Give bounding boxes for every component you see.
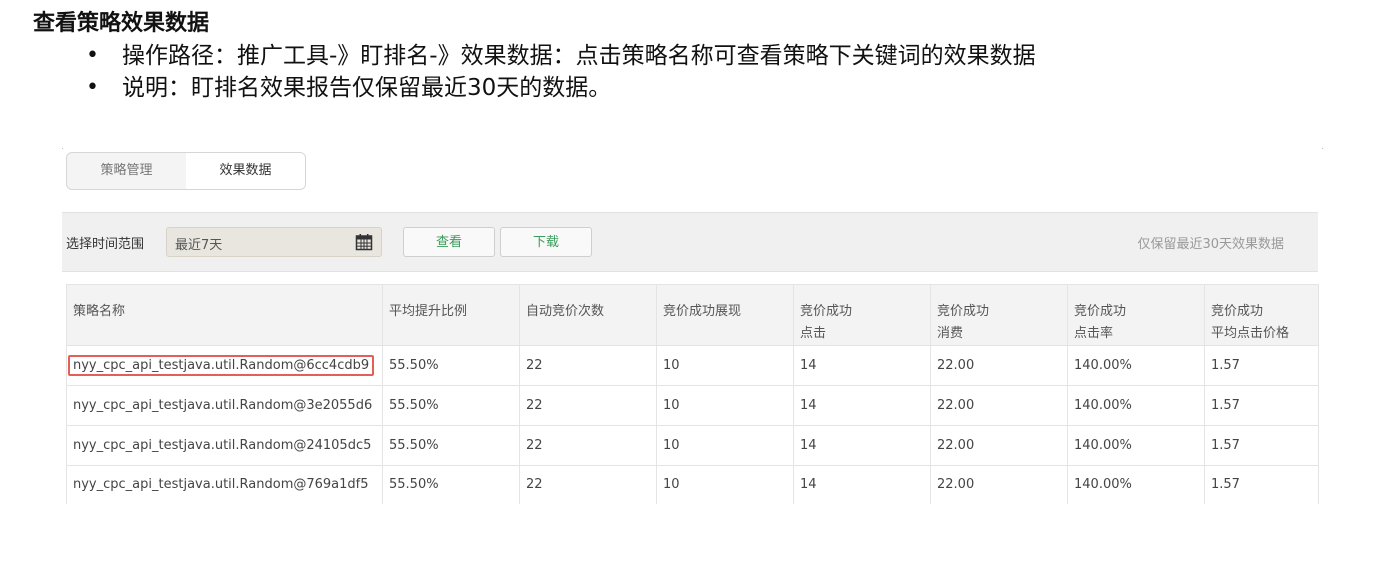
document: 查看策略效果数据 操作路径：推广工具-》盯排名-》效果数据：点击策略名称可查看策… xyxy=(0,0,1396,578)
strategy-name-cell[interactable]: nyy_cpc_api_testjava.util.Random@6cc4cdb… xyxy=(66,345,383,386)
table-cell: 22 xyxy=(519,425,657,466)
header-auto-bid-count: 自动竞价次数 xyxy=(519,284,657,346)
doc-title: 查看策略效果数据 xyxy=(33,11,210,36)
table-row: nyy_cpc_api_testjava.util.Random@24105dc… xyxy=(66,425,1319,466)
calendar-icon[interactable] xyxy=(355,233,373,251)
table-row: nyy_cpc_api_testjava.util.Random@6cc4cdb… xyxy=(66,345,1319,386)
table-cell: 140.00% xyxy=(1067,425,1205,466)
table-cell: 10 xyxy=(656,425,794,466)
bullet-operation-path: 操作路径：推广工具-》盯排名-》效果数据：点击策略名称可查看策略下关键词的效果数… xyxy=(86,40,1036,72)
view-button[interactable]: 查看 xyxy=(403,227,495,257)
header-avg-lift: 平均提升比例 xyxy=(382,284,520,346)
tab-effect-data[interactable]: 效果数据 xyxy=(186,153,305,189)
strategy-name-link[interactable]: nyy_cpc_api_testjava.util.Random@24105dc… xyxy=(66,425,383,466)
table-cell: 22.00 xyxy=(930,425,1068,466)
header-bid-success-clicks: 竞价成功 点击 xyxy=(793,284,931,346)
table-cell: 10 xyxy=(656,465,794,504)
download-button[interactable]: 下载 xyxy=(500,227,592,257)
table-cell: 140.00% xyxy=(1067,345,1205,386)
table-cell: 14 xyxy=(793,385,931,426)
table-cell: 55.50% xyxy=(382,425,520,466)
screenshot-crop-edge xyxy=(62,521,1322,578)
table-cell: 1.57 xyxy=(1204,345,1319,386)
table-cell: 22.00 xyxy=(930,385,1068,426)
table-cell: 1.57 xyxy=(1204,465,1319,504)
tab-bar: 策略管理 效果数据 xyxy=(66,152,306,190)
bullet-list: 操作路径：推广工具-》盯排名-》效果数据：点击策略名称可查看策略下关键词的效果数… xyxy=(86,40,1036,104)
tab-strategy-management[interactable]: 策略管理 xyxy=(67,153,186,189)
date-range-select[interactable]: 最近7天 xyxy=(166,227,382,257)
table-cell: 1.57 xyxy=(1204,425,1319,466)
table-cell: 14 xyxy=(793,345,931,386)
header-strategy-name: 策略名称 xyxy=(66,284,383,346)
bullet-note: 说明：盯排名效果报告仅保留最近30天的数据。 xyxy=(86,72,1036,104)
table-cell: 14 xyxy=(793,425,931,466)
table-cell: 14 xyxy=(793,465,931,504)
retention-note: 仅保留最近30天效果数据 xyxy=(1137,237,1284,252)
time-range-label: 选择时间范围 xyxy=(66,237,145,252)
table-cell: 10 xyxy=(656,345,794,386)
effect-data-table: 策略名称 平均提升比例 自动竞价次数 竞价成功展现 竞价成功 点击 竞价成功 消费 … xyxy=(66,284,1319,504)
header-bid-success-avg-cpc: 竞价成功 平均点击价格 xyxy=(1204,284,1319,346)
strategy-name-link[interactable]: nyy_cpc_api_testjava.util.Random@769a1df… xyxy=(66,465,383,504)
table-row: nyy_cpc_api_testjava.util.Random@769a1df… xyxy=(66,465,1319,504)
table-header: 策略名称 平均提升比例 自动竞价次数 竞价成功展现 竞价成功 点击 竞价成功 消费 … xyxy=(66,284,1319,346)
table-cell: 55.50% xyxy=(382,465,520,504)
header-bid-success-spend: 竞价成功 消费 xyxy=(930,284,1068,346)
table-row: nyy_cpc_api_testjava.util.Random@3e2055d… xyxy=(66,385,1319,426)
table-cell: 22 xyxy=(519,385,657,426)
date-range-value: 最近7天 xyxy=(175,238,223,253)
table-cell: 1.57 xyxy=(1204,385,1319,426)
filter-bar: 选择时间范围 最近7天 查看 下载 仅保留最近30天效果数据 xyxy=(62,212,1318,272)
table-cell: 140.00% xyxy=(1067,385,1205,426)
table-cell: 10 xyxy=(656,385,794,426)
table-cell: 55.50% xyxy=(382,385,520,426)
strategy-name-link-highlighted[interactable]: nyy_cpc_api_testjava.util.Random@6cc4cdb… xyxy=(68,355,375,376)
table-cell: 22 xyxy=(519,345,657,386)
table-cell: 22.00 xyxy=(930,465,1068,504)
table-cell: 22.00 xyxy=(930,345,1068,386)
strategy-name-link[interactable]: nyy_cpc_api_testjava.util.Random@3e2055d… xyxy=(66,385,383,426)
header-bid-success-ctr: 竞价成功 点击率 xyxy=(1067,284,1205,346)
screenshot-corner-mark xyxy=(62,148,63,149)
table-cell: 140.00% xyxy=(1067,465,1205,504)
header-bid-success-impressions: 竞价成功展现 xyxy=(656,284,794,346)
screenshot-corner-mark xyxy=(1322,148,1323,149)
table-cell: 22 xyxy=(519,465,657,504)
table-cell: 55.50% xyxy=(382,345,520,386)
